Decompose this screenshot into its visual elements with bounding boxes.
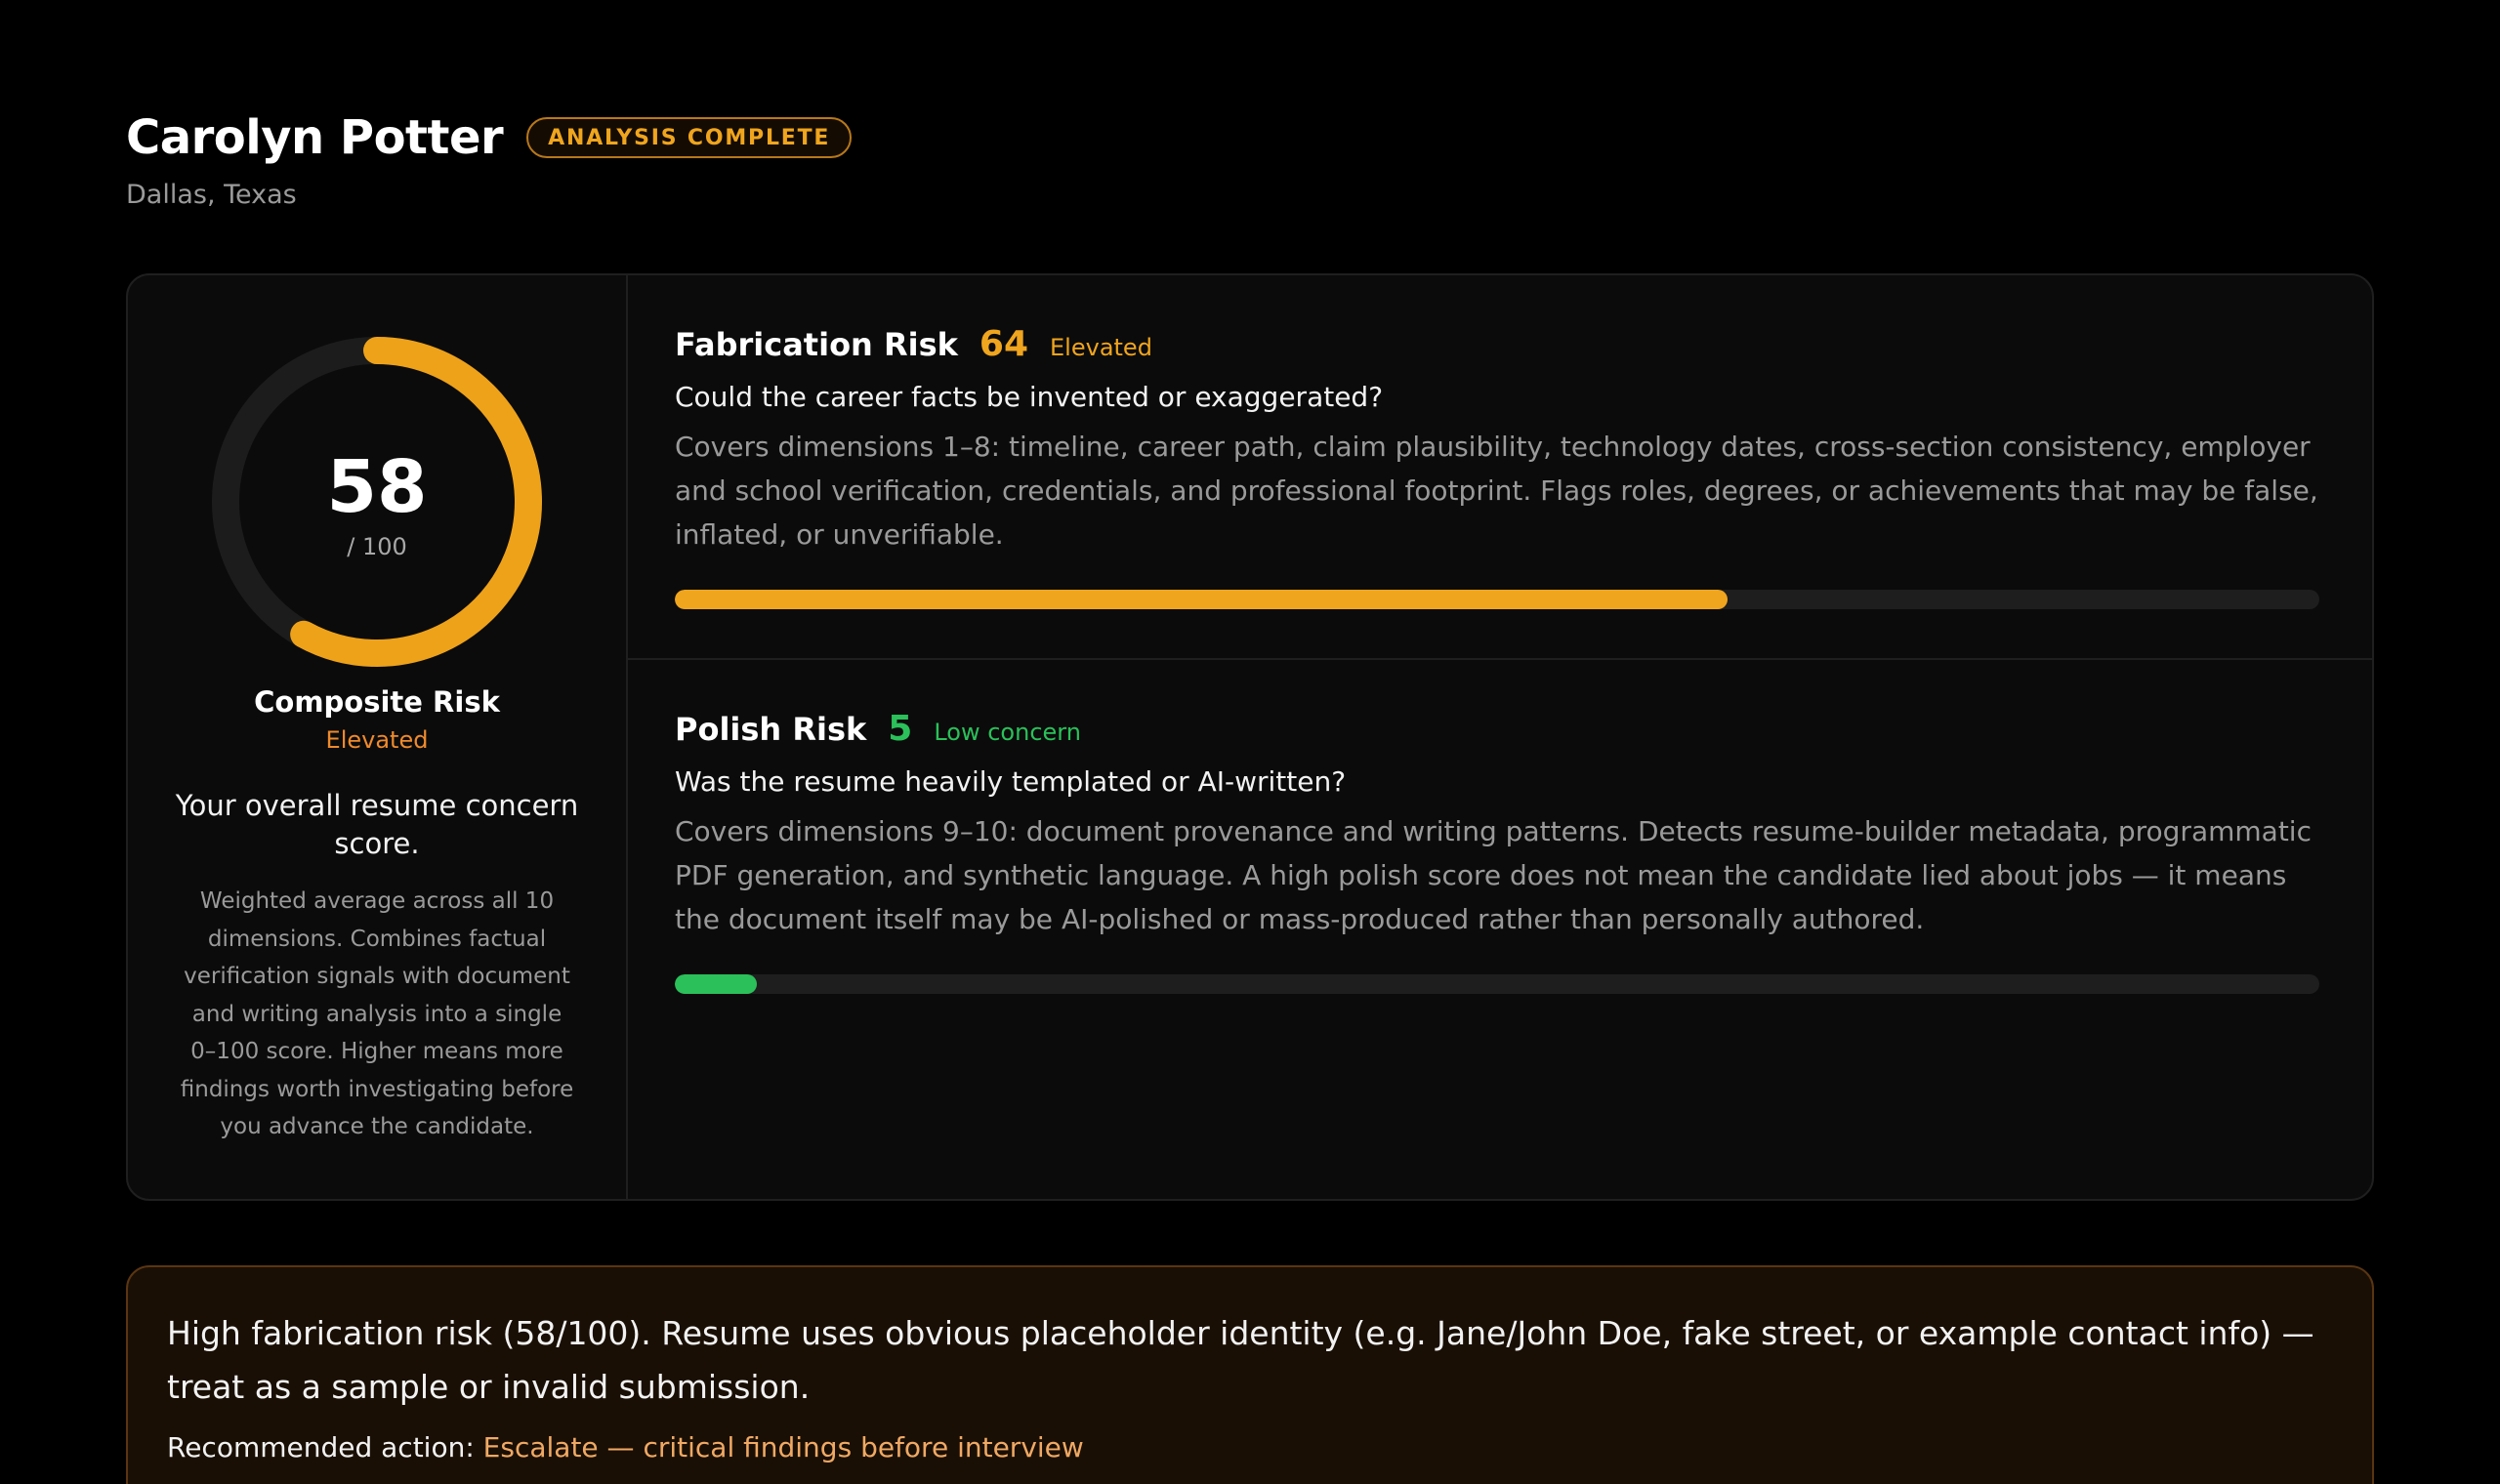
polish-progress-fill — [675, 974, 758, 994]
composite-score: 58 — [326, 445, 428, 529]
composite-gauge: 58 / 100 — [211, 336, 543, 668]
gauge-center: 58 / 100 — [211, 336, 543, 668]
fabrication-progress-bar — [675, 590, 2319, 609]
polish-progress-bar — [675, 974, 2319, 994]
polish-title-row: Polish Risk 5 Low concern — [675, 709, 2325, 752]
composite-headline: Your overall resume concern score. — [175, 789, 579, 860]
alert-message: High fabrication risk (58/100). Resume u… — [167, 1314, 2314, 1406]
risk-summary-card: 58 / 100 Composite Risk Elevated Your ov… — [126, 273, 2374, 1201]
polish-question: Was the resume heavily templated or AI-w… — [675, 765, 1347, 798]
fabrication-description: Covers dimensions 1–8: timeline, career … — [675, 431, 2318, 551]
polish-score: 5 — [888, 709, 913, 749]
page: Carolyn Potter ANALYSIS COMPLETE Dallas,… — [0, 0, 2500, 1484]
composite-description: Weighted average across all 10 dimension… — [180, 888, 574, 1139]
fabrication-title-row: Fabrication Risk 64 Elevated — [675, 324, 2325, 367]
polish-level: Low concern — [934, 719, 1081, 746]
status-badge: ANALYSIS COMPLETE — [526, 117, 853, 158]
recommended-action: Recommended action: Escalate — critical … — [167, 1431, 2333, 1463]
polish-description: Covers dimensions 9–10: document provena… — [675, 815, 2312, 935]
fabrication-risk-section: Fabrication Risk 64 Elevated Could the c… — [628, 275, 2372, 660]
composite-panel: 58 / 100 Composite Risk Elevated Your ov… — [128, 275, 628, 1199]
composite-label: Composite Risk — [254, 685, 500, 719]
candidate-header: Carolyn Potter ANALYSIS COMPLETE Dallas,… — [126, 107, 853, 210]
recommended-action-label: Recommended action: — [167, 1431, 483, 1463]
fabrication-title: Fabrication Risk — [675, 326, 958, 363]
recommended-action-value[interactable]: Escalate — critical findings before inte… — [483, 1431, 1084, 1463]
candidate-location: Dallas, Texas — [126, 180, 297, 210]
fabrication-score: 64 — [979, 324, 1029, 364]
fabrication-question: Could the career facts be invented or ex… — [675, 381, 1384, 413]
title-row: Carolyn Potter ANALYSIS COMPLETE — [126, 107, 853, 168]
polish-title: Polish Risk — [675, 711, 867, 748]
polish-risk-section: Polish Risk 5 Low concern Was the resume… — [628, 660, 2372, 994]
candidate-name: Carolyn Potter — [126, 110, 504, 165]
recommendation-alert: High fabrication risk (58/100). Resume u… — [126, 1265, 2374, 1484]
risk-breakdown: Fabrication Risk 64 Elevated Could the c… — [628, 275, 2372, 1199]
composite-score-max: / 100 — [347, 533, 407, 560]
fabrication-level: Elevated — [1050, 334, 1152, 361]
fabrication-progress-fill — [675, 590, 1728, 609]
composite-level: Elevated — [325, 726, 429, 754]
